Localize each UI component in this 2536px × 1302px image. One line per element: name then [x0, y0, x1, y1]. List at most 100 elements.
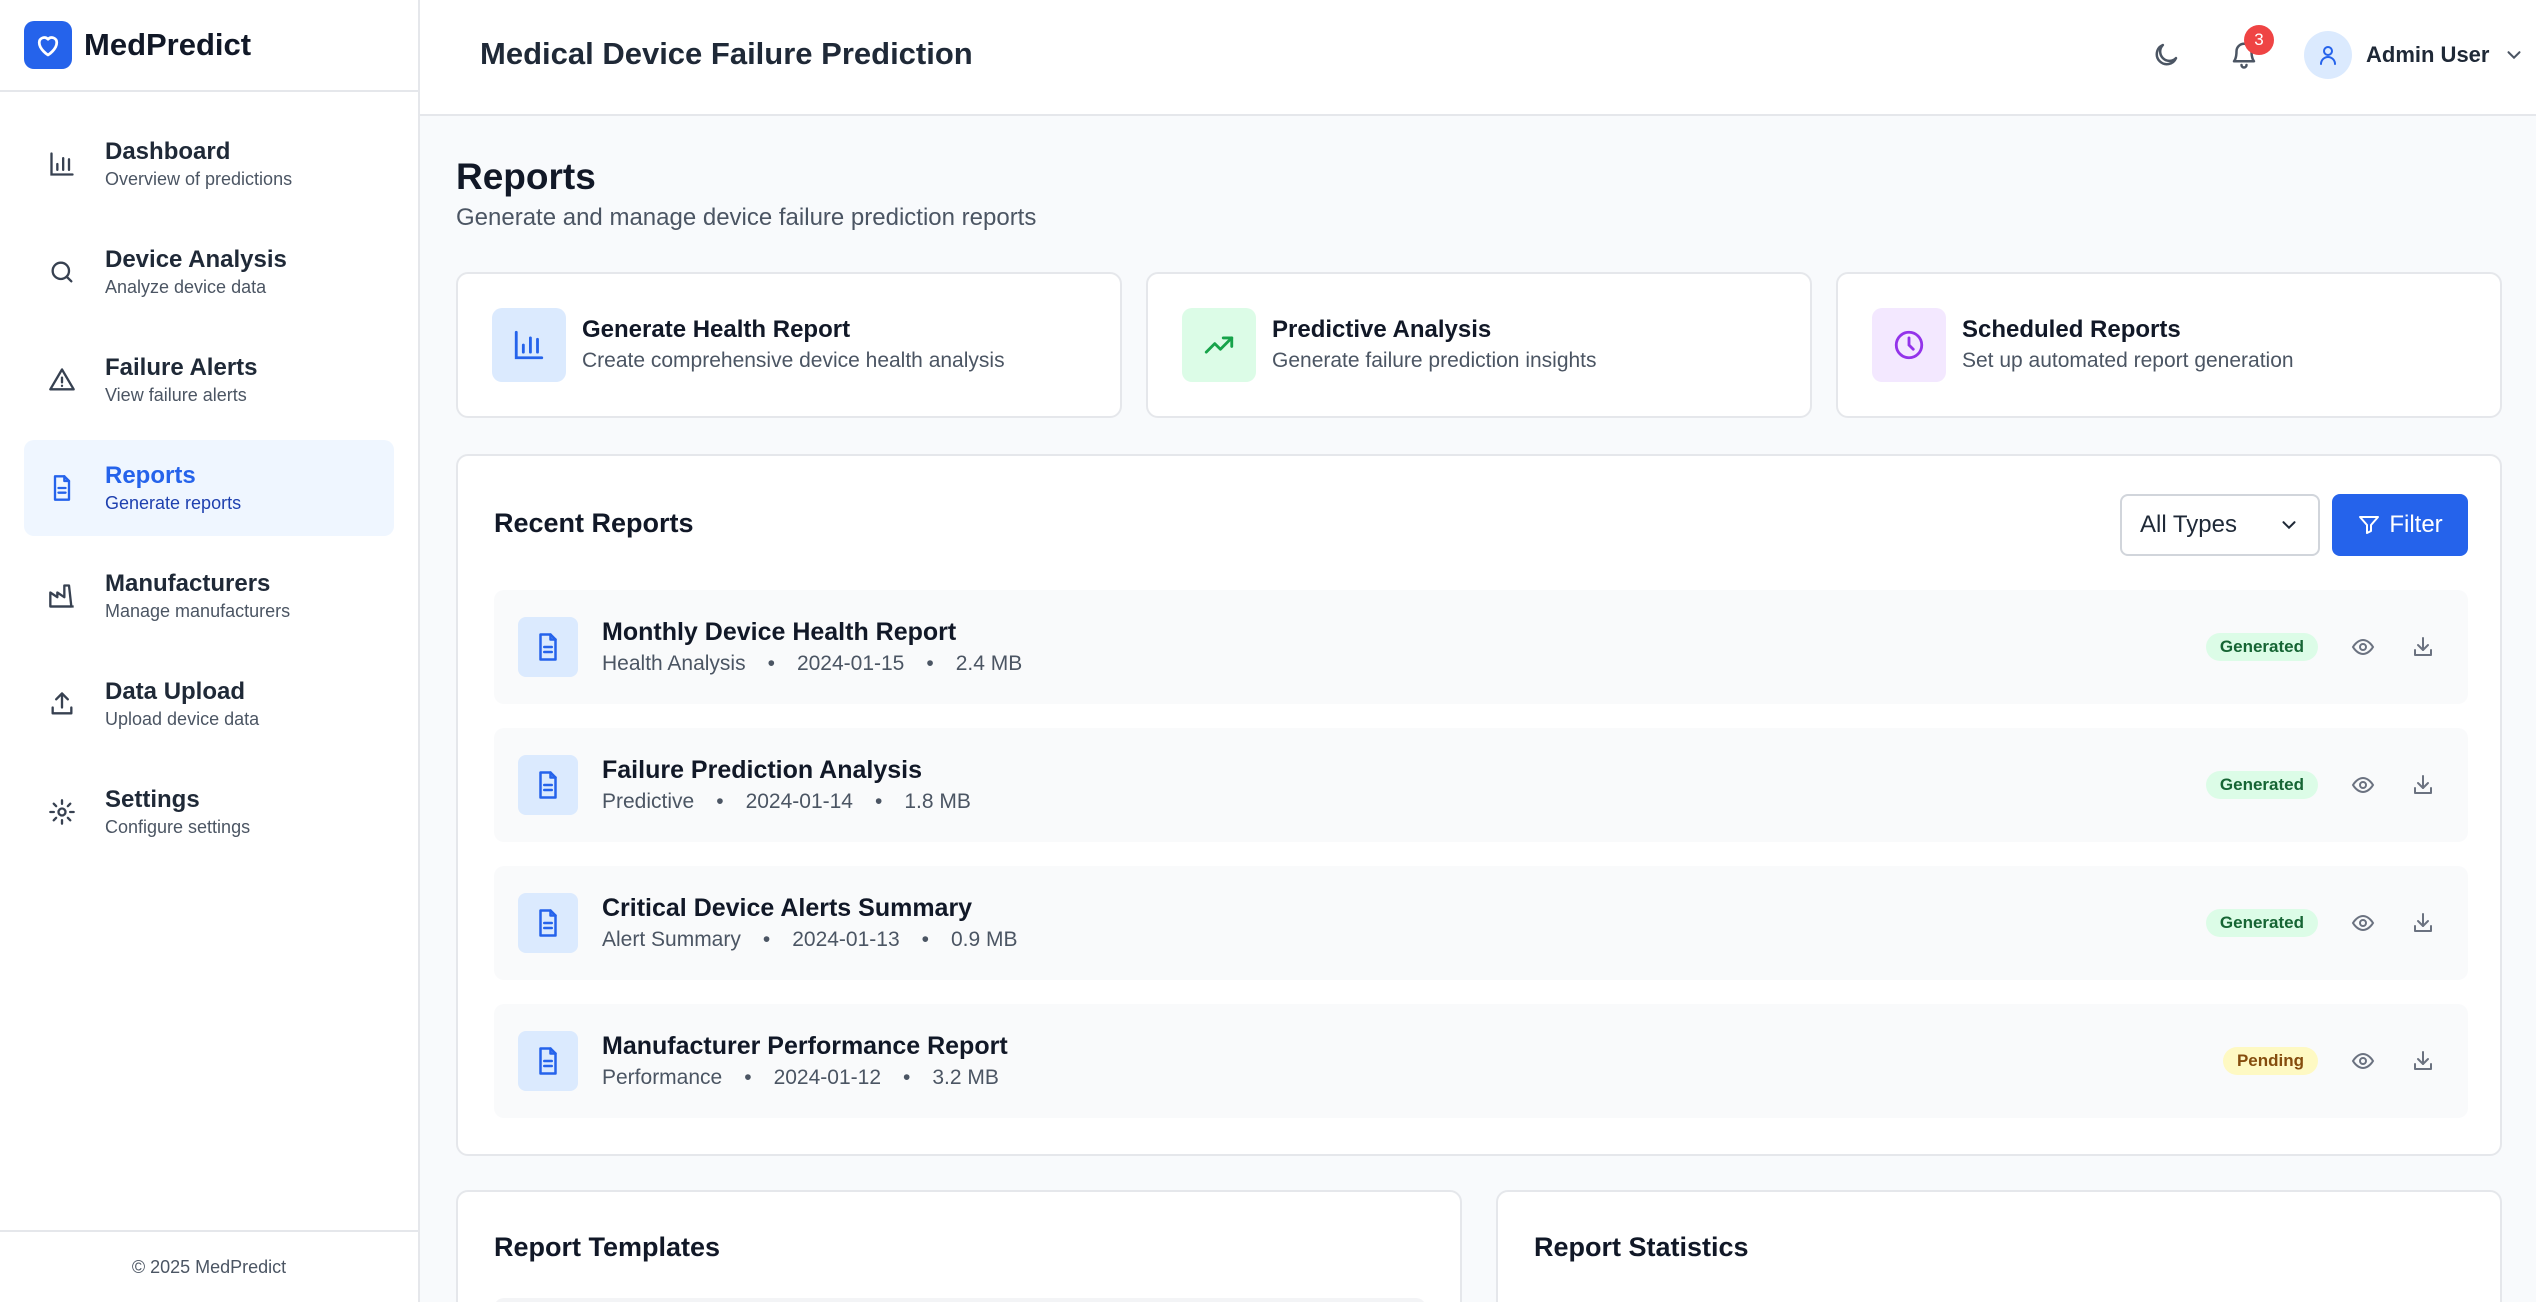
gear-icon [46, 796, 78, 828]
user-icon [2316, 43, 2340, 67]
report-date: 2024-01-15 [796, 652, 905, 675]
predictive-analysis-card[interactable]: Predictive Analysis Generate failure pre… [1146, 272, 1812, 418]
sidebar-item-label: Reports [105, 462, 196, 489]
report-title: Critical Device Alerts Summary [602, 894, 973, 922]
download-icon[interactable] [2408, 770, 2438, 800]
filter-button[interactable]: Filter [2332, 494, 2468, 556]
brand-name: MedPredict [84, 27, 252, 62]
card-subtitle: Generate failure prediction insights [1272, 349, 1597, 372]
user-name: Admin User [2366, 42, 2490, 67]
sidebar-item-sublabel: Manage manufacturers [105, 601, 291, 621]
sidebar-item-label: Manufacturers [105, 570, 271, 597]
file-text-icon [518, 617, 578, 677]
report-size: 3.2 MB [932, 1066, 999, 1089]
page-subtitle: Generate and manage device failure predi… [456, 204, 1037, 231]
sidebar-item-settings[interactable]: Settings Configure settings [24, 764, 394, 860]
bar-chart-icon [492, 308, 566, 382]
report-date: 2024-01-13 [792, 928, 900, 951]
card-subtitle: Create comprehensive device health analy… [582, 349, 1005, 372]
report-row[interactable]: Failure Prediction Analysis Predictive • 2… [494, 728, 2468, 842]
template-item[interactable] [494, 1298, 1426, 1302]
sidebar-footer: © 2025 MedPredict [0, 1230, 418, 1302]
report-type: Performance [602, 1066, 723, 1089]
user-menu[interactable]: Admin User [2304, 31, 2525, 79]
report-statistics-panel: Report Statistics [1496, 1190, 2502, 1302]
sidebar: MedPredict Dashboard Overview of predict… [0, 0, 420, 1302]
report-row[interactable]: Monthly Device Health Report Health Anal… [494, 590, 2468, 704]
brand[interactable]: MedPredict [0, 0, 418, 92]
recent-reports-panel: Recent Reports All Types Filter Monthly … [456, 454, 2502, 1156]
download-icon[interactable] [2408, 908, 2438, 938]
filter-icon [2357, 513, 2381, 537]
sidebar-nav: Dashboard Overview of predictions Device… [0, 92, 418, 896]
file-text-icon [518, 1031, 578, 1091]
report-meta: Performance • 2024-01-12 • 3.2 MB [602, 1066, 999, 1089]
chevron-down-icon [2503, 44, 2525, 66]
sidebar-item-sublabel: Upload device data [105, 709, 260, 729]
notifications-button[interactable]: 3 [2222, 25, 2274, 77]
search-icon [46, 256, 78, 288]
sidebar-item-label: Device Analysis [105, 246, 287, 273]
filter-label: Filter [2389, 511, 2443, 538]
sidebar-item-reports[interactable]: Reports Generate reports [24, 440, 394, 536]
report-title: Monthly Device Health Report [602, 618, 957, 646]
scheduled-reports-card[interactable]: Scheduled Reports Set up automated repor… [1836, 272, 2502, 418]
dark-mode-toggle[interactable] [2144, 33, 2188, 77]
eye-icon[interactable] [2348, 770, 2378, 800]
eye-icon[interactable] [2348, 908, 2378, 938]
generate-health-report-card[interactable]: Generate Health Report Create comprehens… [456, 272, 1122, 418]
status-badge: Generated [2205, 771, 2318, 799]
status-badge: Pending [2222, 1047, 2318, 1075]
avatar [2304, 31, 2352, 79]
report-templates-panel: Report Templates [456, 1190, 1462, 1302]
report-type: Alert Summary [602, 928, 741, 951]
page-title: Reports [456, 156, 596, 197]
report-type: Health Analysis [602, 652, 746, 675]
top-header: Medical Device Failure Prediction 3 Admi… [420, 0, 2536, 116]
sidebar-item-sublabel: Analyze device data [105, 277, 267, 297]
report-row[interactable]: Manufacturer Performance Report Performa… [494, 1004, 2468, 1118]
chevron-down-icon [2278, 514, 2300, 536]
status-badge: Generated [2205, 909, 2318, 937]
report-date: 2024-01-14 [745, 790, 853, 813]
file-text-icon [518, 893, 578, 953]
sidebar-item-label: Failure Alerts [105, 354, 258, 381]
eye-icon[interactable] [2348, 632, 2378, 662]
eye-icon[interactable] [2348, 1046, 2378, 1076]
card-subtitle: Set up automated report generation [1962, 349, 2294, 372]
report-row[interactable]: Critical Device Alerts Summary Alert Sum… [494, 866, 2468, 980]
sidebar-item-sublabel: View failure alerts [105, 385, 247, 405]
factory-icon [46, 580, 78, 612]
alert-triangle-icon [46, 364, 78, 396]
sidebar-item-data-upload[interactable]: Data Upload Upload device data [24, 656, 394, 752]
report-type-select[interactable]: All Types [2120, 494, 2320, 556]
report-type: Predictive [602, 790, 695, 813]
download-icon[interactable] [2408, 1046, 2438, 1076]
report-title: Failure Prediction Analysis [602, 756, 923, 784]
sidebar-item-sublabel: Configure settings [105, 817, 251, 837]
heart-icon [24, 21, 72, 69]
file-text-icon [518, 755, 578, 815]
card-title: Scheduled Reports [1962, 316, 2181, 343]
sidebar-item-device-analysis[interactable]: Device Analysis Analyze device data [24, 224, 394, 320]
upload-icon [46, 688, 78, 720]
report-size: 0.9 MB [951, 928, 1018, 951]
trending-up-icon [1182, 308, 1256, 382]
sidebar-item-manufacturers[interactable]: Manufacturers Manage manufacturers [24, 548, 394, 644]
notification-count-badge: 3 [2244, 25, 2274, 55]
clock-icon [1872, 308, 1946, 382]
sidebar-item-sublabel: Overview of predictions [105, 169, 293, 189]
report-title: Manufacturer Performance Report [602, 1032, 1008, 1060]
report-size: 2.4 MB [955, 652, 1023, 675]
download-icon[interactable] [2408, 632, 2438, 662]
status-badge: Generated [2205, 633, 2318, 661]
moon-icon [2151, 40, 2181, 70]
report-size: 1.8 MB [904, 790, 971, 813]
card-title: Predictive Analysis [1272, 316, 1492, 343]
report-date: 2024-01-12 [773, 1066, 881, 1089]
sidebar-item-sublabel: Generate reports [105, 493, 242, 513]
report-type-value: All Types [2140, 511, 2237, 538]
sidebar-item-failure-alerts[interactable]: Failure Alerts View failure alerts [24, 332, 394, 428]
sidebar-item-dashboard[interactable]: Dashboard Overview of predictions [24, 116, 394, 212]
recent-reports-title: Recent Reports [494, 508, 694, 538]
